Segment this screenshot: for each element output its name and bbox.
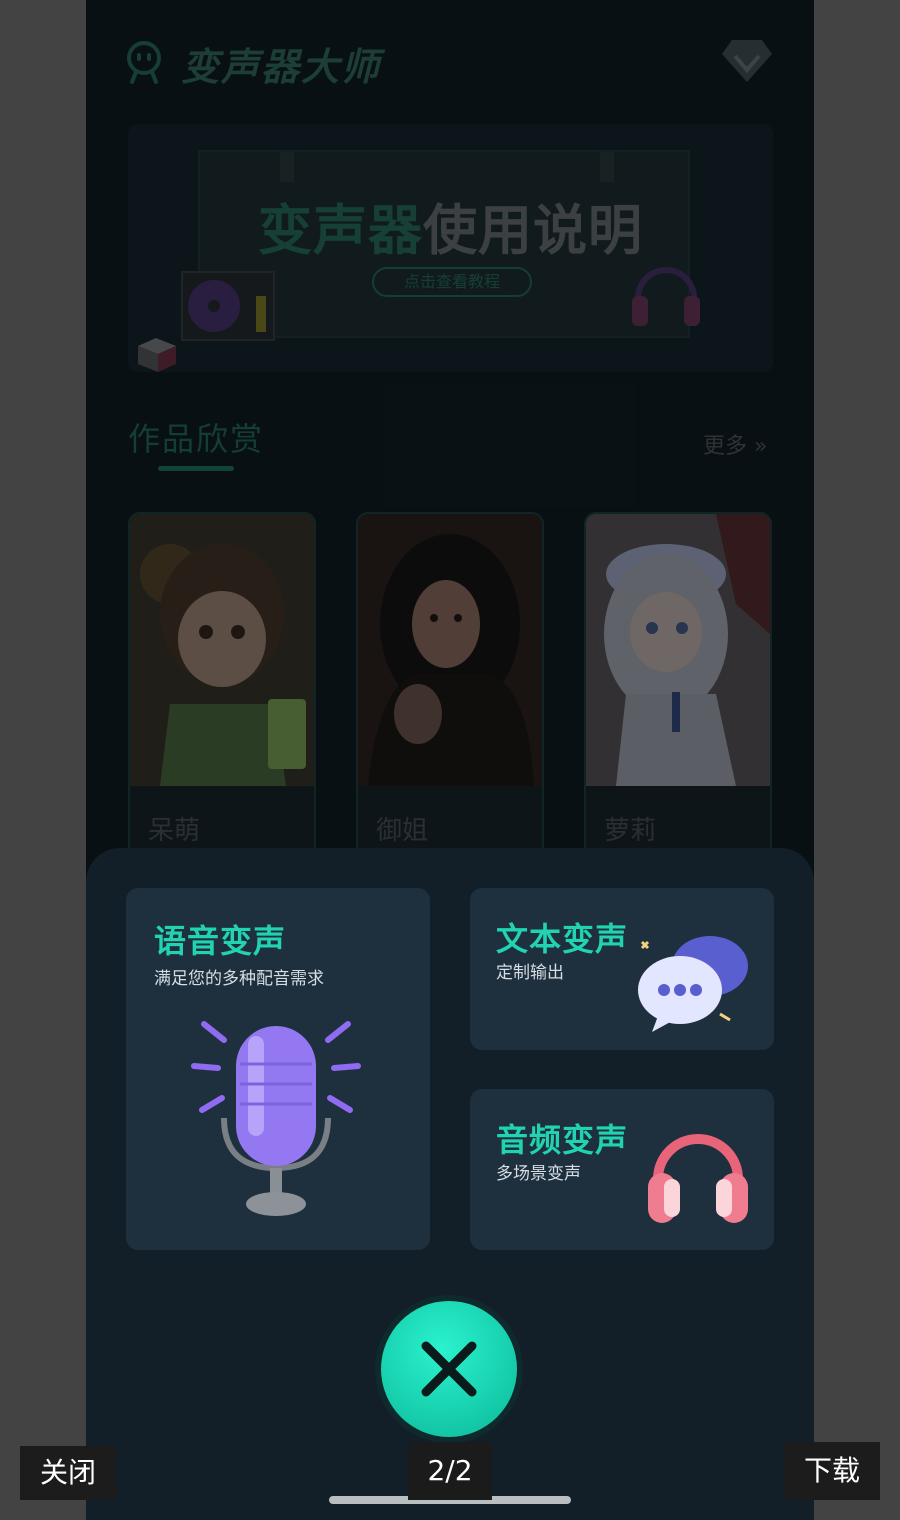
image-counter: 2/2 [408, 1442, 492, 1500]
headphones-icon [648, 1134, 748, 1223]
bottom-sheet: 语音变声 满足您的多种配音需求 文本变声 定制输出 音频变声 多场景变声 [86, 848, 814, 1520]
audio-change-subtitle: 多场景变声 [496, 1164, 581, 1184]
audio-change-card[interactable]: 音频变声 多场景变声 [470, 1089, 774, 1250]
viewer-download-button[interactable]: 下载 [784, 1442, 880, 1500]
close-sheet-button[interactable] [381, 1301, 517, 1437]
viewer-close-button[interactable]: 关闭 [20, 1446, 116, 1500]
voice-change-subtitle: 满足您的多种配音需求 [154, 969, 324, 989]
close-x-icon [421, 1341, 477, 1397]
text-change-title: 文本变声 [496, 920, 629, 958]
text-change-card[interactable]: 文本变声 定制输出 [470, 888, 774, 1050]
microphone-icon [191, 1021, 361, 1216]
audio-change-title: 音频变声 [496, 1121, 629, 1159]
text-change-subtitle: 定制输出 [496, 963, 564, 983]
voice-change-card[interactable]: 语音变声 满足您的多种配音需求 [126, 888, 430, 1250]
chat-bubbles-icon [638, 936, 748, 1032]
voice-change-title: 语音变声 [154, 922, 287, 960]
phone-screen: 变声器大师 变声器使用说明 点击查看教程 作品欣赏 更多 » 呆萌 御姐 萝莉 … [86, 0, 814, 1520]
